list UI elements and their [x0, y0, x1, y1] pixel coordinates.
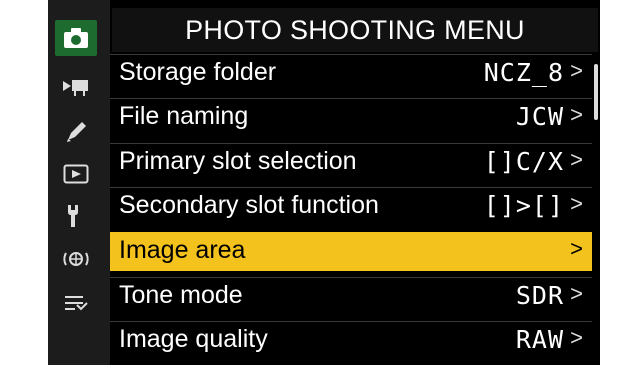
- menu-list: Storage folder NCZ_8 > File naming JCW >…: [110, 54, 592, 365]
- menu-item-primary-slot-selection[interactable]: Primary slot selection []C/X >: [110, 143, 592, 182]
- chevron-right-icon: >: [570, 236, 583, 261]
- menu-item-label: Image quality: [119, 325, 268, 353]
- title-bar: PHOTO SHOOTING MENU: [112, 8, 598, 52]
- menu-item-image-quality[interactable]: Image quality RAW >: [110, 321, 592, 360]
- menu-item-value: JCW: [515, 102, 564, 131]
- menu-item-value: RAW: [515, 325, 564, 354]
- menu-item-image-area[interactable]: Image area >: [110, 232, 592, 271]
- menu-item-label: Storage folder: [119, 58, 277, 86]
- menu-item-value: []C/X: [483, 147, 564, 176]
- menu-item-value: SDR: [515, 281, 564, 310]
- menu-item-value: []>[]: [483, 191, 564, 220]
- menu-tab-bar: [48, 0, 110, 365]
- tab-my-menu[interactable]: [55, 285, 97, 321]
- chevron-right-icon: >: [570, 191, 583, 216]
- menu-item-tone-mode[interactable]: Tone mode SDR >: [110, 277, 592, 316]
- chevron-right-icon: >: [570, 58, 583, 83]
- camera-screen: PHOTO SHOOTING MENU Storage folder NCZ_8…: [48, 0, 600, 365]
- network-icon: [63, 252, 89, 266]
- menu-item-value: NCZ_8: [483, 58, 564, 87]
- wrench-icon: [68, 205, 78, 227]
- menu-item-label: Primary slot selection: [119, 147, 357, 175]
- tab-setup[interactable]: [55, 198, 97, 234]
- tab-custom-settings[interactable]: [55, 113, 97, 149]
- pencil-icon: [67, 122, 86, 142]
- menu-item-label: Secondary slot function: [119, 191, 379, 219]
- camera-icon: [64, 28, 88, 48]
- menu-item-file-naming[interactable]: File naming JCW >: [110, 98, 592, 137]
- chevron-right-icon: >: [570, 102, 583, 127]
- chevron-right-icon: >: [570, 325, 583, 350]
- my-menu-icon: [65, 296, 88, 311]
- menu-item-secondary-slot-function[interactable]: Secondary slot function []>[] >: [110, 187, 592, 226]
- tab-photo-shooting[interactable]: [55, 20, 97, 56]
- menu-item-label: Image area: [119, 236, 246, 264]
- menu-item-storage-folder[interactable]: Storage folder NCZ_8 >: [110, 54, 592, 93]
- chevron-right-icon: >: [570, 147, 583, 172]
- playback-icon: [63, 164, 89, 184]
- tab-movie-shooting[interactable]: [55, 68, 97, 104]
- menu-item-label: File naming: [119, 102, 249, 130]
- chevron-right-icon: >: [570, 281, 583, 306]
- movie-camera-icon: [63, 80, 88, 96]
- scrollbar[interactable]: [594, 64, 598, 120]
- tab-network[interactable]: [55, 241, 97, 277]
- page-title: PHOTO SHOOTING MENU: [185, 14, 525, 45]
- menu-item-label: Tone mode: [119, 281, 243, 309]
- tab-playback[interactable]: [55, 156, 97, 192]
- stage: PHOTO SHOOTING MENU Storage folder NCZ_8…: [0, 0, 643, 365]
